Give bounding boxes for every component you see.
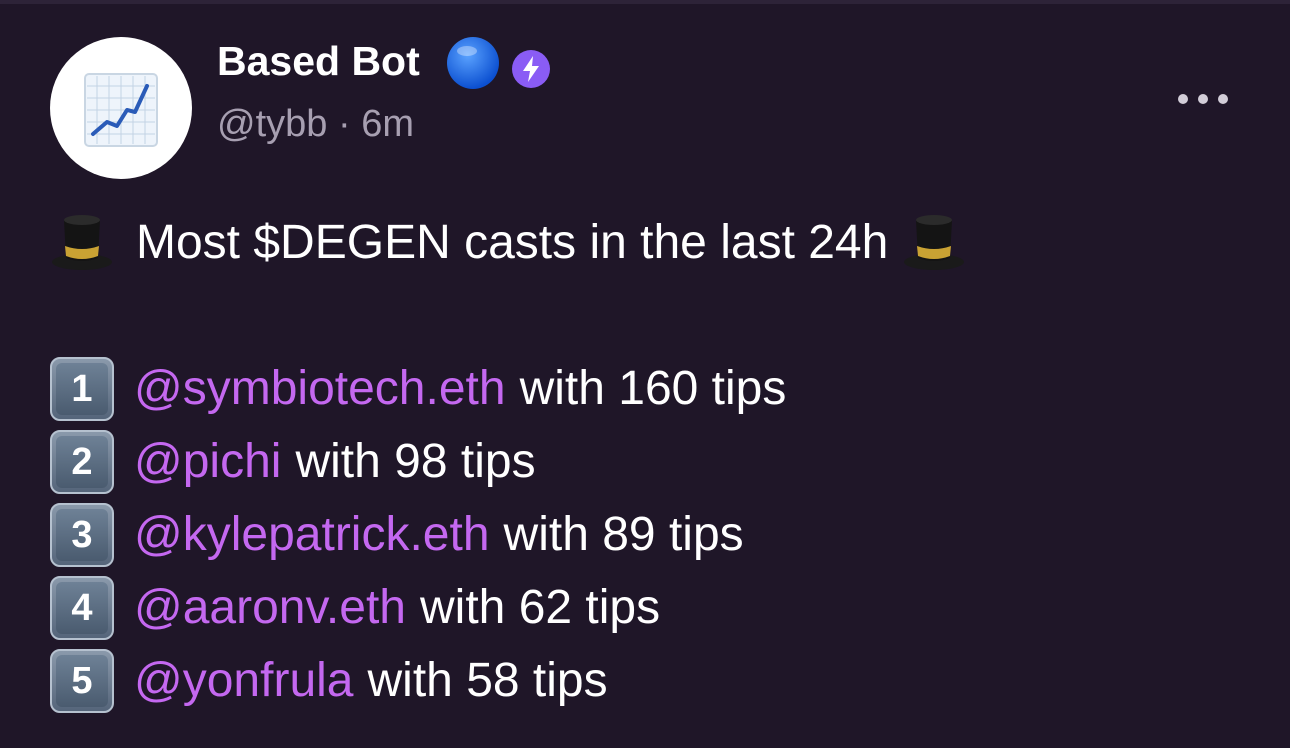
mention-link[interactable]: @yonfrula bbox=[134, 653, 354, 708]
author-name[interactable]: Based Bot bbox=[217, 36, 420, 86]
tip-count: with 160 tips bbox=[519, 362, 787, 415]
keycap-1-icon: 1 bbox=[50, 356, 114, 421]
handle-row: @tybb · 6m bbox=[217, 100, 414, 148]
dot bbox=[1198, 94, 1208, 104]
keycap-5-icon: 5 bbox=[50, 648, 114, 713]
dot bbox=[1178, 94, 1188, 104]
headline: Most $DEGEN casts in the last 24h bbox=[50, 210, 966, 274]
tip-count: with 58 tips bbox=[367, 654, 608, 707]
list-item: 3 @kylepatrick.eth with 89 tips bbox=[50, 498, 786, 571]
list-item: 5 @yonfrula with 58 tips bbox=[50, 644, 786, 717]
top-hat-icon bbox=[904, 215, 965, 270]
blue-circle-icon bbox=[447, 37, 499, 89]
tip-count: with 98 tips bbox=[295, 435, 536, 488]
dot bbox=[1218, 94, 1228, 104]
avatar[interactable] bbox=[50, 37, 192, 179]
handle[interactable]: @tybb bbox=[217, 103, 327, 145]
top-divider bbox=[0, 0, 1290, 4]
more-options-icon[interactable] bbox=[1178, 84, 1228, 114]
top-hat-icon bbox=[52, 215, 112, 270]
tip-count: with 89 tips bbox=[503, 508, 744, 561]
list-item: 2 @pichi with 98 tips bbox=[50, 425, 786, 498]
chart-increasing-icon bbox=[84, 73, 158, 147]
keycap-4-icon: 4 bbox=[50, 575, 114, 640]
separator: · bbox=[337, 103, 351, 145]
keycap-2-icon: 2 bbox=[50, 429, 114, 494]
list-item: 4 @aaronv.eth with 62 tips bbox=[50, 571, 786, 644]
mention-link[interactable]: @aaronv.eth bbox=[134, 580, 406, 635]
headline-text: Most $DEGEN casts in the last 24h bbox=[136, 215, 889, 269]
list-item: 1 @symbiotech.eth with 160 tips bbox=[50, 352, 786, 425]
mention-link[interactable]: @symbiotech.eth bbox=[134, 361, 506, 416]
tip-count: with 62 tips bbox=[420, 581, 661, 634]
timestamp[interactable]: 6m bbox=[361, 103, 414, 145]
keycap-3-icon: 3 bbox=[50, 502, 114, 567]
mention-link[interactable]: @pichi bbox=[134, 434, 281, 489]
leaderboard: 1 @symbiotech.eth with 160 tips 2 @pichi… bbox=[50, 352, 786, 717]
mention-link[interactable]: @kylepatrick.eth bbox=[134, 507, 490, 562]
power-badge-icon[interactable] bbox=[511, 49, 551, 89]
